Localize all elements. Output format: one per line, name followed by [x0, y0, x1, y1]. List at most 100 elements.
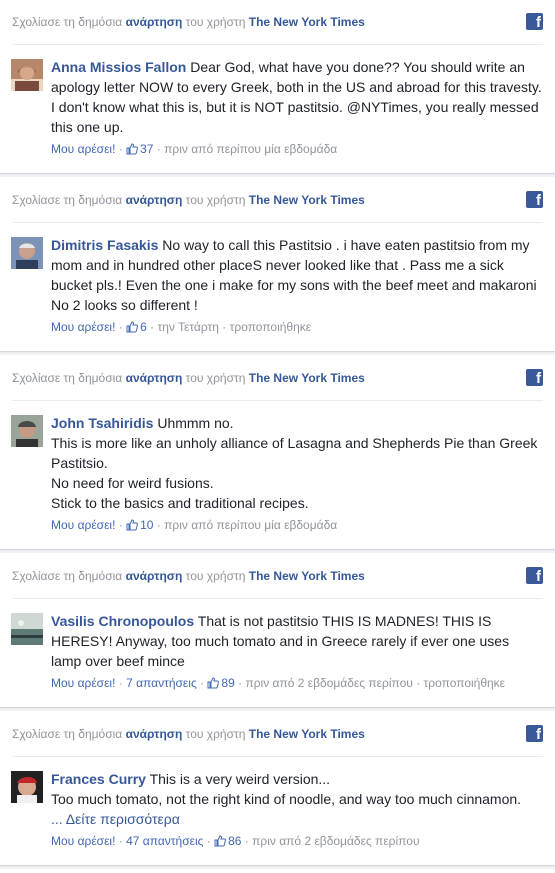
post-link[interactable]: ανάρτηση [126, 193, 183, 207]
comment-body: Anna Missios Fallon Dear God, what have … [0, 45, 555, 173]
card-header: Σχολίασε τη δημόσια ανάρτηση του χρήστη … [12, 554, 543, 599]
replies-link[interactable]: 7 απαντήσεις [126, 676, 197, 690]
header-prefix: Σχολίασε τη δημόσια [12, 15, 126, 29]
comment-body: Frances Curry This is a very weird versi… [0, 757, 555, 865]
like-count[interactable]: 6 [140, 320, 147, 334]
page-link[interactable]: The New York Times [249, 569, 365, 583]
comment-card: Σχολίασε τη δημόσια ανάρτηση του χρήστη … [0, 178, 555, 352]
see-more-link[interactable]: ... Δείτε περισσότερα [51, 809, 543, 829]
avatar[interactable] [11, 771, 43, 803]
author-name[interactable]: John Tsahiridis [51, 415, 153, 431]
card-header: Σχολίασε τη δημόσια ανάρτηση του χρήστη … [12, 712, 543, 757]
avatar[interactable] [11, 613, 43, 645]
facebook-icon[interactable]: f [526, 567, 543, 584]
like-button[interactable]: Μου αρέσει! [51, 676, 115, 690]
post-link[interactable]: ανάρτηση [126, 15, 183, 29]
thumbs-up-icon[interactable] [126, 519, 139, 535]
like-button[interactable]: Μου αρέσει! [51, 518, 115, 532]
meta-separator: · [234, 676, 246, 690]
author-name[interactable]: Frances Curry [51, 771, 146, 787]
meta-separator: · [115, 142, 127, 156]
comment-card: Σχολίασε τη δημόσια ανάρτηση του χρήστη … [0, 712, 555, 866]
comment-card: Σχολίασε τη δημόσια ανάρτηση του χρήστη … [0, 356, 555, 550]
thumbs-up-icon[interactable] [207, 677, 220, 693]
meta-separator: · [153, 142, 165, 156]
comment-feed: Σχολίασε τη δημόσια ανάρτηση του χρήστη … [0, 0, 555, 866]
meta-separator: · [115, 320, 127, 334]
page-link[interactable]: The New York Times [249, 193, 365, 207]
timestamp: πριν από 2 εβδομάδες περίπου [252, 834, 420, 848]
comment-text: Vasilis Chronopoulos That is not pastits… [51, 611, 543, 671]
meta-separator: · [115, 834, 127, 848]
avatar[interactable] [11, 59, 43, 91]
card-header: Σχολίασε τη δημόσια ανάρτηση του χρήστη … [12, 178, 543, 223]
comment-body: Dimitris Fasakis No way to call this Pas… [0, 223, 555, 351]
edited-label: τροποποιήθηκε [423, 676, 506, 690]
comment-extra-line: This is more like an unholy alliance of … [51, 435, 538, 471]
meta-separator: · [218, 320, 230, 334]
comment-meta: Μου αρέσει! · 7 απαντήσεις · 89 · πριν α… [51, 675, 543, 693]
post-link[interactable]: ανάρτηση [126, 569, 183, 583]
timestamp: πριν από 2 εβδομάδες περίπου [245, 676, 413, 690]
facebook-icon[interactable]: f [526, 191, 543, 208]
timestamp: την Τετάρτη [157, 320, 219, 334]
header-prefix: Σχολίασε τη δημόσια [12, 569, 126, 583]
comment-text: John Tsahiridis Uhmmm no. This is more l… [51, 413, 543, 513]
meta-separator: · [196, 676, 208, 690]
meta-separator: · [412, 676, 424, 690]
comment-text: Anna Missios Fallon Dear God, what have … [51, 57, 543, 137]
comment-body: John Tsahiridis Uhmmm no. This is more l… [0, 401, 555, 549]
post-link[interactable]: ανάρτηση [126, 371, 183, 385]
meta-separator: · [153, 518, 165, 532]
comment-meta: Μου αρέσει! · 47 απαντήσεις · 86 · πριν … [51, 833, 543, 851]
timestamp: πριν από περίπου μία εβδομάδα [164, 142, 338, 156]
author-name[interactable]: Dimitris Fasakis [51, 237, 158, 253]
comment-meta: Μου αρέσει! · 10 · πριν από περίπου μία … [51, 517, 543, 535]
header-middle: του χρήστη [182, 371, 249, 385]
meta-separator: · [146, 320, 158, 334]
facebook-icon[interactable]: f [526, 13, 543, 30]
avatar[interactable] [11, 415, 43, 447]
facebook-icon[interactable]: f [526, 725, 543, 742]
meta-separator: · [241, 834, 253, 848]
post-link[interactable]: ανάρτηση [126, 727, 183, 741]
thumbs-up-icon[interactable] [214, 835, 227, 851]
header-prefix: Σχολίασε τη δημόσια [12, 193, 126, 207]
header-middle: του χρήστη [182, 727, 249, 741]
meta-separator: · [115, 518, 127, 532]
avatar[interactable] [11, 237, 43, 269]
like-count[interactable]: 89 [221, 676, 234, 690]
edited-label: τροποποιήθηκε [229, 320, 312, 334]
like-button[interactable]: Μου αρέσει! [51, 320, 115, 334]
comment-first-line: Uhmmm no. [157, 415, 234, 431]
page-link[interactable]: The New York Times [249, 727, 365, 741]
card-header: Σχολίασε τη δημόσια ανάρτηση του χρήστη … [12, 356, 543, 401]
header-middle: του χρήστη [182, 15, 249, 29]
comment-body: Vasilis Chronopoulos That is not pastits… [0, 599, 555, 707]
author-name[interactable]: Anna Missios Fallon [51, 59, 186, 75]
author-name[interactable]: Vasilis Chronopoulos [51, 613, 194, 629]
header-prefix: Σχολίασε τη δημόσια [12, 727, 126, 741]
replies-link[interactable]: 47 απαντήσεις [126, 834, 203, 848]
header-middle: του χρήστη [182, 569, 249, 583]
comment-card: Σχολίασε τη δημόσια ανάρτηση του χρήστη … [0, 0, 555, 174]
thumbs-up-icon[interactable] [126, 143, 139, 159]
comment-extra-line: Stick to the basics and traditional reci… [51, 495, 309, 511]
comment-meta: Μου αρέσει! · 6 · την Τετάρτη · τροποποι… [51, 319, 543, 337]
timestamp: πριν από περίπου μία εβδομάδα [164, 518, 338, 532]
like-button[interactable]: Μου αρέσει! [51, 834, 115, 848]
page-link[interactable]: The New York Times [249, 15, 365, 29]
card-header: Σχολίασε τη δημόσια ανάρτηση του χρήστη … [12, 0, 543, 45]
like-count[interactable]: 86 [228, 834, 241, 848]
like-button[interactable]: Μου αρέσει! [51, 142, 115, 156]
comment-text: Dimitris Fasakis No way to call this Pas… [51, 235, 543, 315]
comment-meta: Μου αρέσει! · 37 · πριν από περίπου μία … [51, 141, 543, 159]
header-middle: του χρήστη [182, 193, 249, 207]
like-count[interactable]: 10 [140, 518, 153, 532]
facebook-icon[interactable]: f [526, 369, 543, 386]
page-link[interactable]: The New York Times [249, 371, 365, 385]
meta-separator: · [115, 676, 127, 690]
like-count[interactable]: 37 [140, 142, 153, 156]
header-prefix: Σχολίασε τη δημόσια [12, 371, 126, 385]
thumbs-up-icon[interactable] [126, 321, 139, 337]
